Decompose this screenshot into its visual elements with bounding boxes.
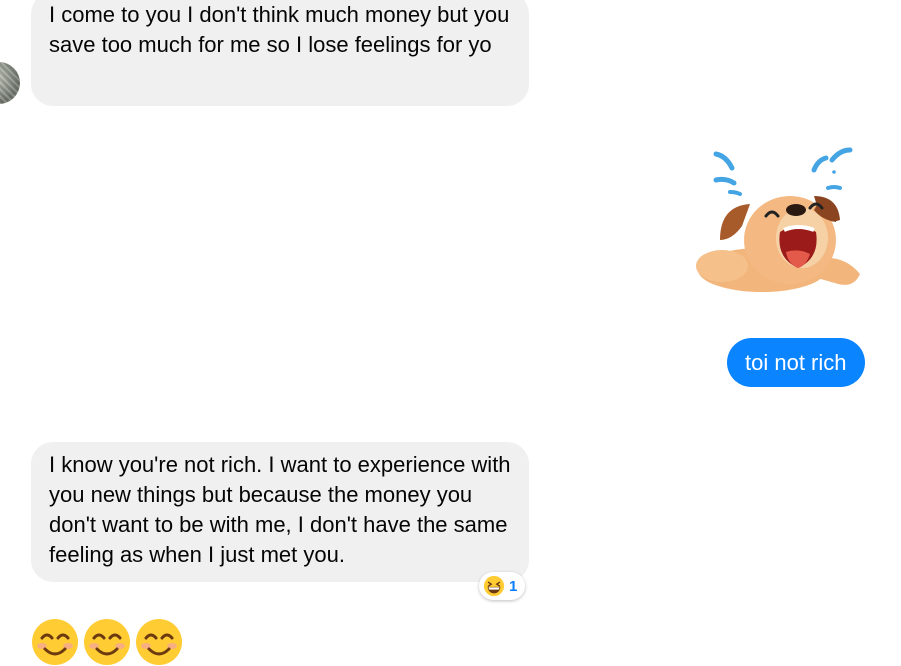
smiling-face-with-smiling-eyes-icon	[136, 619, 182, 665]
outgoing-message-bubble[interactable]: toi not rich	[727, 338, 865, 387]
message-text: toi not rich	[745, 350, 847, 375]
message-text: I come to you I don't think much money b…	[49, 2, 510, 57]
avatar[interactable]	[0, 62, 20, 104]
incoming-message-bubble[interactable]: I come to you I don't think much money b…	[31, 0, 529, 106]
smiling-face-with-smiling-eyes-icon	[84, 619, 130, 665]
incoming-message-bubble[interactable]: I know you're not rich. I want to experi…	[31, 442, 529, 582]
grinning-squinting-face-icon	[483, 575, 505, 597]
message-text: I know you're not rich. I want to experi…	[49, 452, 511, 567]
reaction-count: 1	[509, 577, 518, 595]
emoji-message[interactable]	[31, 618, 183, 666]
message-reaction[interactable]: 1	[479, 572, 526, 600]
smiling-face-with-smiling-eyes-icon	[32, 619, 78, 665]
crying-dog-sticker-icon[interactable]	[692, 142, 868, 302]
